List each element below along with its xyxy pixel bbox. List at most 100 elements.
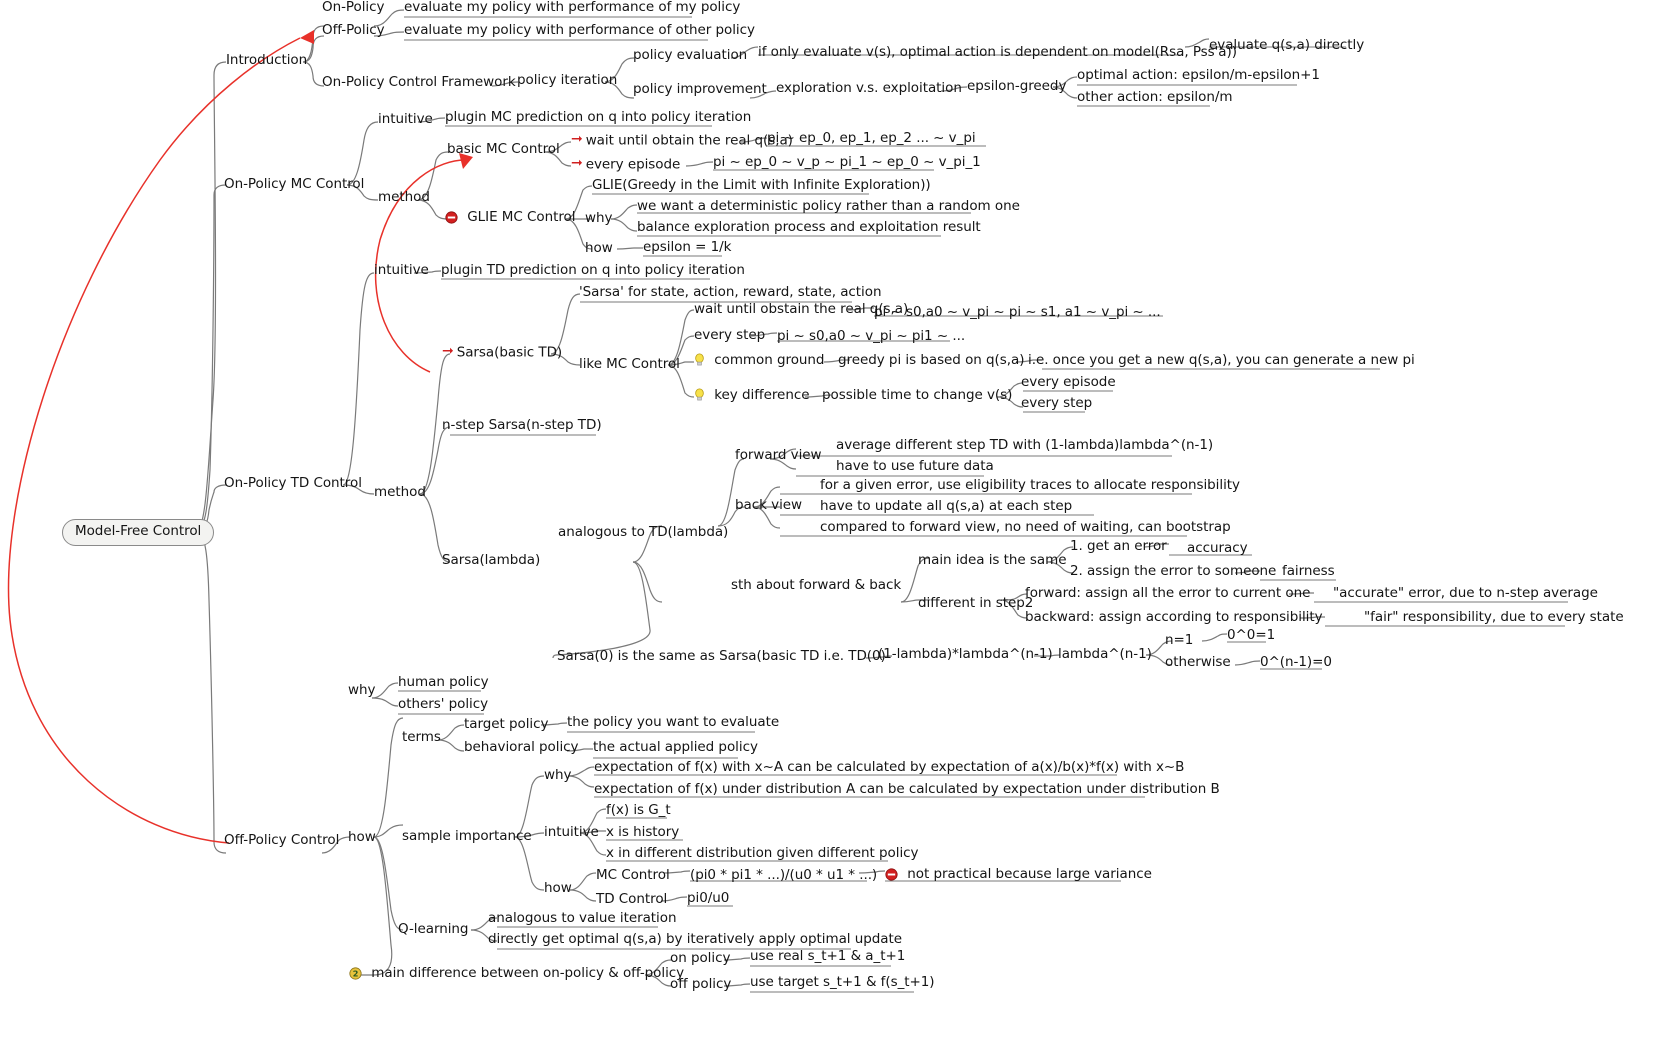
node-op-terms[interactable]: terms [400,730,443,746]
node-si-td-control-desc[interactable]: pi0/u0 [685,891,731,907]
node-behavioral-policy[interactable]: behavioral policy [462,740,580,756]
node-td-intuitive-desc[interactable]: plugin TD prediction on q into policy it… [439,263,747,279]
node-sarsa-every-step-desc[interactable]: pi ~ s0,a0 ~ v_pi ~ pi1 ~ ... [775,329,967,345]
node-forward-view[interactable]: forward view [733,448,824,464]
node-basic-mc-every-episode[interactable]: ➞ every episode [569,156,682,174]
node-si-mc-control[interactable]: MC Control [594,868,672,884]
node-glie-full[interactable]: GLIE(Greedy in the Limit with Infinite E… [590,178,933,194]
node-basic-mc-control[interactable]: basic MC Control [445,142,562,158]
node-q-learning[interactable]: Q-learning [396,922,470,938]
node-glie-how[interactable]: how [583,241,615,257]
node-on-policy-desc[interactable]: evaluate my policy with performance of m… [402,0,742,16]
node-n-eq-1[interactable]: n=1 [1163,633,1195,649]
node-back-view-1[interactable]: for a given error, use eligibility trace… [818,478,1242,494]
node-on-policy-mc-control[interactable]: On-Policy MC Control [222,177,366,193]
node-on-policy-td-control[interactable]: On-Policy TD Control [222,476,364,492]
node-optimal-action[interactable]: optimal action: epsilon/m-epsilon+1 [1075,68,1322,84]
node-basic-mc-every-episode-desc[interactable]: pi ~ ep_0 ~ v_p ~ pi_1 ~ ep_0 ~ v_pi_1 [711,155,983,171]
node-sarsa-basic-td[interactable]: ➞ Sarsa(basic TD) [440,344,564,362]
node-op-why-1[interactable]: human policy [396,675,491,691]
node-on-policy-sub[interactable]: on policy [668,951,732,967]
node-sarsa0-same[interactable]: Sarsa(0) is the same as Sarsa(basic TD i… [555,649,888,665]
node-si-why-2[interactable]: expectation of f(x) under distribution A… [592,782,1222,798]
node-n-eq-1-desc[interactable]: 0^0=1 [1225,628,1277,644]
node-forward-assign-desc[interactable]: "accurate" error, due to n-step average [1331,586,1600,602]
node-common-ground[interactable]: common ground [692,353,826,369]
node-key-diff-every-episode[interactable]: every episode [1019,375,1118,391]
node-off-policy[interactable]: Off-Policy [320,23,387,39]
node-sarsa0-formula[interactable]: (1-lambda)*lambda^(n-1) [876,647,1055,663]
node-lambda-n1[interactable]: lambda^(n-1) [1056,647,1154,663]
node-si-intuitive-3[interactable]: x in different distribution given differ… [604,846,920,862]
node-policy-iteration[interactable]: policy iteration [515,73,619,89]
node-on-policy[interactable]: On-Policy [320,0,386,16]
node-sarsa-lambda[interactable]: Sarsa(lambda) [440,553,542,569]
root-node[interactable]: Model-Free Control [62,519,215,546]
node-common-ground-desc[interactable]: greedy pi is based on q(s,a) [836,353,1026,369]
node-off-policy-desc[interactable]: evaluate my policy with performance of o… [402,23,757,39]
node-otherwise[interactable]: otherwise [1163,655,1233,671]
node-basic-mc-wait-desc[interactable]: pi ~ ep_0, ep_1, ep_2 ... ~ v_pi [765,131,978,147]
node-forward-assign[interactable]: forward: assign all the error to current… [1023,586,1312,602]
node-target-policy[interactable]: target policy [462,717,550,733]
node-si-why[interactable]: why [542,768,573,784]
node-step-2[interactable]: 2. assign the error to someone [1068,564,1278,580]
node-si-how[interactable]: how [542,881,574,897]
node-glie-why-2[interactable]: balance exploration process and exploita… [635,220,983,236]
node-si-intuitive-2[interactable]: x is history [604,825,681,841]
node-glie-how-1[interactable]: epsilon = 1/k [641,240,733,256]
node-mc-intuitive[interactable]: intuitive [376,112,435,128]
node-introduction[interactable]: Introduction [224,53,309,69]
node-exploration-vs-exploitation[interactable]: exploration v.s. exploitation [774,81,964,97]
node-q-learning-2[interactable]: directly get optimal q(s,a) by iterative… [486,932,904,948]
node-n-step-sarsa[interactable]: n-step Sarsa(n-step TD) [440,418,604,434]
node-backward-assign[interactable]: backward: assign according to responsibi… [1023,610,1325,626]
node-forward-view-2[interactable]: have to use future data [834,459,996,475]
node-common-ground-desc2[interactable]: i.e. once you get a new q(s,a), you can … [1026,353,1417,369]
node-on-policy-control-framework[interactable]: On-Policy Control Framework [320,75,518,91]
node-sample-importance[interactable]: sample importance [400,829,534,845]
node-epsilon-greedy[interactable]: epsilon-greedy [965,79,1068,95]
node-op-why-2[interactable]: others' policy [396,697,490,713]
node-off-policy-control[interactable]: Off-Policy Control [222,833,341,849]
node-different-in-step2[interactable]: different in step2 [916,596,1035,612]
node-back-view[interactable]: back view [733,498,804,514]
node-sth-about-fwd-back[interactable]: sth about forward & back [729,578,903,594]
node-policy-evaluation-desc[interactable]: if only evaluate v(s), optimal action is… [756,45,1239,61]
node-basic-mc-wait[interactable]: ➞ wait until obtain the real q(s,a) [569,132,795,150]
node-target-policy-desc[interactable]: the policy you want to evaluate [565,715,781,731]
node-step-1-desc[interactable]: accuracy [1185,541,1250,557]
node-analogous-td-lambda[interactable]: analogous to TD(lambda) [556,525,730,541]
node-behavioral-policy-desc[interactable]: the actual applied policy [591,740,760,756]
node-mc-method[interactable]: method [376,190,432,206]
node-q-learning-1[interactable]: analogous to value iteration [486,911,678,927]
node-sarsa-acronym[interactable]: 'Sarsa' for state, action, reward, state… [577,285,883,301]
node-like-mc-control[interactable]: like MC Control [577,357,682,373]
node-si-intuitive-1[interactable]: f(x) is G_t [604,803,673,819]
node-otherwise-desc[interactable]: 0^(n-1)=0 [1258,655,1334,671]
node-td-intuitive[interactable]: intuitive [372,263,431,279]
node-evaluate-q-directly[interactable]: evaluate q(s,a) directly [1207,38,1366,54]
node-glie-why-1[interactable]: we want a deterministic policy rather th… [635,199,1022,215]
node-glie-mc-control[interactable]: GLIE MC Control [443,210,577,226]
node-op-how[interactable]: how [346,830,378,846]
node-td-method[interactable]: method [372,485,428,501]
node-si-intuitive[interactable]: intuitive [542,825,601,841]
node-sarsa-every-step[interactable]: every step [692,328,767,344]
node-si-mc-control-desc[interactable]: (pi0 * pi1 * ...)/(u0 * u1 * ...) [688,868,879,884]
node-main-difference[interactable]: 2 main difference between on-policy & of… [347,966,686,982]
node-forward-view-1[interactable]: average different step TD with (1-lambda… [834,438,1215,454]
node-glie-why[interactable]: why [583,211,614,227]
node-key-diff-every-step[interactable]: every step [1019,396,1094,412]
node-other-action[interactable]: other action: epsilon/m [1075,90,1234,106]
node-op-why[interactable]: why [346,683,377,699]
node-off-policy-sub-desc[interactable]: use target s_t+1 & f(s_t+1) [748,975,937,991]
node-back-view-3[interactable]: compared to forward view, no need of wai… [818,520,1233,536]
node-mc-intuitive-desc[interactable]: plugin MC prediction on q into policy it… [443,110,753,126]
node-policy-evaluation[interactable]: policy evaluation [631,48,749,64]
node-key-difference[interactable]: key difference [692,388,811,404]
node-off-policy-sub[interactable]: off policy [668,977,733,993]
node-main-idea-same[interactable]: main idea is the same [916,553,1068,569]
node-back-view-2[interactable]: have to update all q(s,a) at each step [818,499,1074,515]
node-step-1[interactable]: 1. get an error [1068,539,1169,555]
